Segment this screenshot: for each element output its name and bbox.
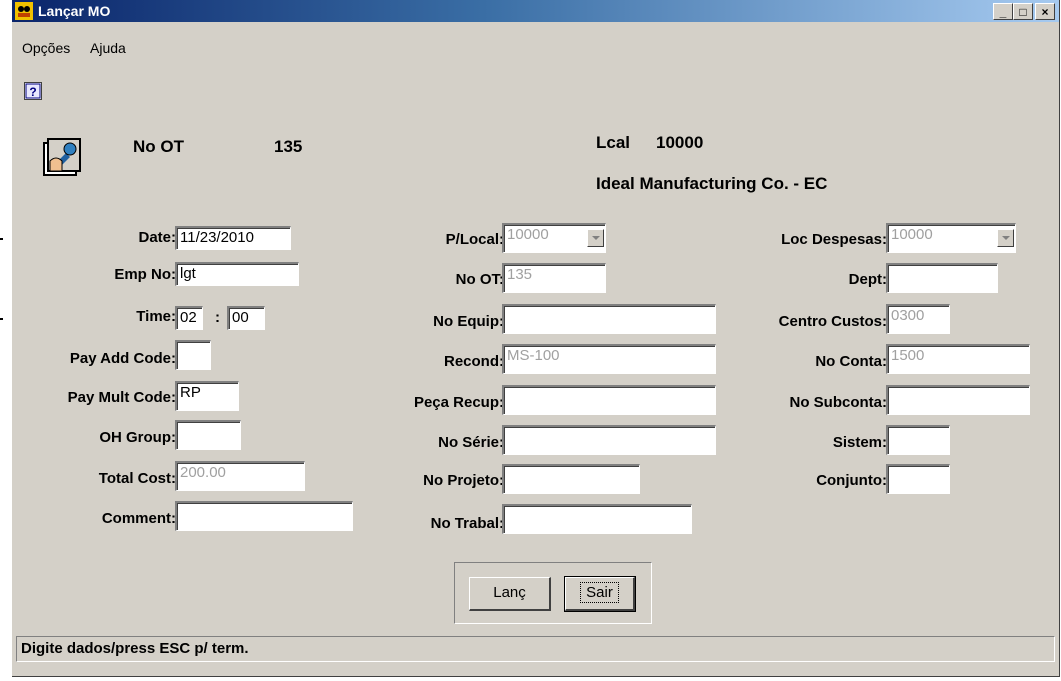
time-hours-field[interactable]: 02 [175,306,203,330]
loc-despesas-value: 10000 [891,226,933,243]
help-icon: ? [25,83,41,99]
pay-add-code-field[interactable] [175,340,211,370]
menu-options[interactable]: Opções [22,40,70,56]
time-label: Time: [136,308,176,325]
lanc-button[interactable]: Lanç [469,577,551,611]
p-local-combo[interactable]: 10000 [502,223,606,253]
total-cost-label: Total Cost: [98,470,176,487]
no-conta-label: No Conta: [815,353,887,370]
peca-recup-label: Peça Recup: [413,394,504,411]
emp-no-field[interactable]: lgt [175,262,299,286]
sistem-field[interactable] [886,425,950,455]
p-local-label: P/Local: [445,231,504,248]
minimize-button[interactable]: _ [993,3,1013,20]
title-bar[interactable]: Lançar MO _ □ × [12,0,1059,22]
sair-button[interactable]: Sair [564,576,636,612]
dept-field[interactable] [886,263,998,293]
no-subconta-field[interactable] [886,385,1030,415]
comment-field[interactable] [175,501,353,531]
close-button[interactable]: × [1035,3,1055,20]
loc-despesas-label: Loc Despesas: [781,231,887,248]
conjunto-label: Conjunto: [816,472,887,489]
date-field[interactable]: 11/23/2010 [175,226,291,250]
pay-mult-code-label: Pay Mult Code: [67,389,176,406]
no-equip-label: No Equip: [433,313,504,330]
no-conta-field: 1500 [886,344,1030,374]
company-name: Ideal Manufacturing Co. - EC [596,174,828,193]
time-minutes-field[interactable]: 00 [227,306,265,330]
pay-add-code-label: Pay Add Code: [69,350,176,367]
recond-label: Recond: [444,353,504,370]
ot-header-label: No OT [133,137,184,156]
chevron-down-icon[interactable] [997,229,1014,247]
no-ot-label: No OT: [455,271,504,288]
svg-text:?: ? [29,85,36,99]
menu-help[interactable]: Ajuda [90,40,126,56]
no-ot-field: 135 [502,263,606,293]
main-window: Lançar MO _ □ × Opções Ajuda ? No OT 135… [12,0,1060,677]
p-local-value: 10000 [507,226,549,243]
time-separator: : [215,309,220,326]
maximize-button[interactable]: □ [1013,3,1033,20]
sistem-label: Sistem: [832,434,887,451]
app-icon [15,2,33,20]
centro-custos-label: Centro Custos: [778,313,887,330]
centro-custos-field: 0300 [886,304,950,334]
window-title: Lançar MO [38,3,111,19]
oh-group-field[interactable] [175,420,241,450]
comment-label: Comment: [101,510,176,527]
no-projeto-label: No Projeto: [423,472,504,489]
no-trabal-field[interactable] [502,504,692,534]
edge-mark [0,238,3,240]
ot-header-value: 135 [274,137,303,156]
no-projeto-field[interactable] [502,464,640,494]
pay-mult-code-field[interactable]: RP [175,381,239,411]
no-trabal-label: No Trabal: [430,515,504,532]
peca-recup-field[interactable] [502,385,716,415]
button-group: Lanç Sair [454,562,652,624]
status-bar: Digite dados/press ESC p/ term. [16,636,1055,662]
oh-group-label: OH Group: [99,429,176,446]
total-cost-field: 200.00 [175,461,305,491]
recond-field: MS-100 [502,344,716,374]
no-subconta-label: No Subconta: [789,394,888,411]
sair-button-label: Sair [580,582,619,603]
edge-mark [0,318,3,320]
no-serie-field[interactable] [502,425,716,455]
dept-label: Dept: [848,271,887,288]
local-header-value: 10000 [656,133,704,152]
emp-no-label: Emp No: [114,266,176,283]
chevron-down-icon[interactable] [587,229,604,247]
conjunto-field[interactable] [886,464,950,494]
no-equip-field[interactable] [502,304,716,334]
no-serie-label: No Série: [438,434,504,451]
loc-despesas-combo[interactable]: 10000 [886,223,1016,253]
work-order-icon [43,138,81,176]
help-toolbar-button[interactable]: ? [24,82,42,100]
date-label: Date: [138,229,176,246]
local-header-label: Lcal [596,133,631,152]
